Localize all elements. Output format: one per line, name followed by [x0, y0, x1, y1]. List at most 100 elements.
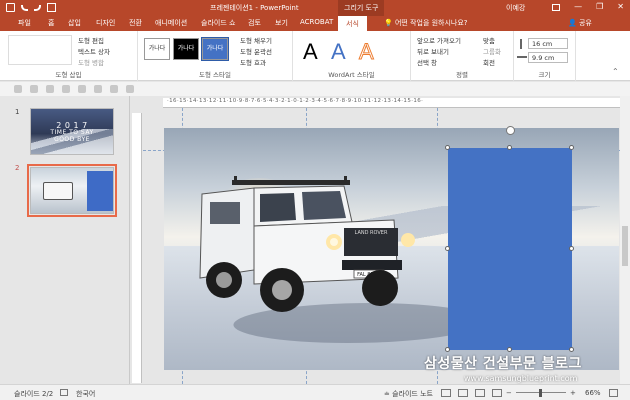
toolbar-icon-7[interactable] — [110, 85, 118, 93]
slide-sorter-icon[interactable] — [458, 389, 468, 397]
send-backward-button[interactable]: 뒤로 보내기 — [417, 46, 449, 56]
shape-effects-button[interactable]: 도형 효과 — [240, 57, 266, 67]
tab-acrobat[interactable]: ACROBAT — [300, 18, 333, 26]
shape-fill-button[interactable]: 도형 채우기 — [240, 35, 272, 45]
tab-format[interactable]: 서식 — [338, 16, 367, 31]
toolbar-icon-3[interactable] — [46, 85, 54, 93]
toolbar-icon-4[interactable] — [62, 85, 70, 93]
normal-view-icon[interactable] — [441, 389, 451, 397]
tab-design[interactable]: 디자인 — [96, 18, 115, 28]
merge-shapes-button[interactable]: 도형 병합 — [78, 57, 104, 67]
tab-slideshow[interactable]: 슬라이드 쇼 — [201, 18, 235, 28]
resize-handle-right[interactable] — [569, 246, 574, 251]
close-button[interactable]: ✕ — [617, 2, 624, 11]
person-icon: 👤 — [568, 19, 577, 27]
width-icon — [517, 56, 527, 58]
toolbar-icon-8[interactable] — [126, 85, 134, 93]
wordart-style-black[interactable]: A — [303, 39, 318, 65]
car-headlight-left-inner — [330, 238, 338, 246]
toolbar-icon-5[interactable] — [78, 85, 86, 93]
car-bumper — [342, 260, 402, 270]
status-bar: 슬라이드 2/2 한국어 ≐ 슬라이드 노트 − + 66% — [0, 384, 630, 400]
save-icon[interactable] — [6, 3, 15, 12]
ribbon-display-icon[interactable] — [552, 4, 561, 11]
resize-handle-bottom-right[interactable] — [569, 347, 574, 352]
group-label-insert-shapes: 도형 삽입 — [55, 71, 82, 79]
spellcheck-icon[interactable] — [60, 389, 68, 396]
rotate-button[interactable]: 회전 — [483, 57, 495, 67]
shape-height-input[interactable]: 16 cm — [528, 38, 568, 49]
watermark-title: 삼성물산 건설부문 블로그 — [424, 356, 582, 372]
slide-1-thumbnail[interactable]: 2 0 1 7 TIME TO SAY GOOD BYE — [30, 108, 114, 155]
tell-me-text: 어떤 작업을 원하시나요? — [394, 19, 468, 27]
shape-width-input[interactable]: 9.9 cm — [528, 52, 568, 63]
style-swatch-black[interactable]: 가나다 — [173, 38, 199, 60]
restore-button[interactable]: ❐ — [596, 2, 603, 11]
notes-label: 슬라이드 노트 — [392, 390, 433, 398]
notes-icon: ≐ — [384, 390, 390, 398]
tab-insert[interactable]: 삽입 — [68, 18, 81, 28]
style-swatch-white[interactable]: 가나다 — [144, 38, 170, 60]
wordart-style-orange-outline[interactable]: A — [359, 39, 375, 65]
toolbar-icon-6[interactable] — [94, 85, 102, 93]
tab-file[interactable]: 파일 — [18, 18, 31, 28]
align-button[interactable]: 맞춤 — [483, 35, 495, 45]
selection-pane-button[interactable]: 선택 창 — [417, 57, 437, 67]
tab-transitions[interactable]: 전환 — [129, 18, 142, 28]
slide-1-text: 2 0 1 7 TIME TO SAY GOOD BYE — [31, 121, 113, 144]
scrollbar-thumb[interactable] — [622, 226, 628, 266]
group-button[interactable]: 그룹화 — [483, 46, 501, 56]
quick-access-toolbar — [6, 3, 56, 12]
resize-handle-left[interactable] — [445, 246, 450, 251]
zoom-slider-thumb[interactable] — [539, 389, 542, 397]
reading-view-icon[interactable] — [475, 389, 485, 397]
zoom-level[interactable]: 66% — [585, 389, 601, 397]
share-button[interactable]: 👤 공유 — [568, 18, 592, 28]
car-rear-window — [210, 202, 240, 224]
slide-1-year: 2 0 1 7 — [56, 121, 88, 130]
minimize-button[interactable]: — — [574, 2, 582, 11]
edit-shape-button[interactable]: 도형 편집 — [78, 35, 104, 45]
group-label-shape-styles: 도형 스타일 — [199, 71, 231, 79]
shape-outline-button[interactable]: 도형 윤곽선 — [240, 46, 272, 56]
context-tab-group: 그리기 도구 — [338, 0, 385, 16]
redo-icon[interactable] — [34, 5, 41, 11]
toolbar-icon-1[interactable] — [14, 85, 22, 93]
slideshow-view-icon[interactable] — [492, 389, 502, 397]
style-swatch-blue[interactable]: 가나다 — [201, 37, 229, 61]
tell-me-search[interactable]: 💡 어떤 작업을 원하시나요? — [384, 18, 468, 28]
tab-animations[interactable]: 애니메이션 — [155, 18, 187, 28]
slide-2-car — [43, 182, 73, 200]
window-title: 프레젠테이션1 - PowerPoint — [210, 4, 299, 12]
resize-handle-top[interactable] — [507, 145, 512, 150]
tab-review[interactable]: 검토 — [248, 18, 261, 28]
rotate-handle[interactable] — [506, 126, 515, 135]
resize-handle-bottom[interactable] — [507, 347, 512, 352]
user-name[interactable]: 이예강 — [506, 3, 525, 13]
fit-to-window-icon[interactable] — [609, 389, 618, 397]
tab-home[interactable]: 홈 — [48, 18, 54, 28]
resize-handle-bottom-left[interactable] — [445, 347, 450, 352]
undo-icon[interactable] — [21, 5, 28, 11]
car-rack-post — [234, 176, 237, 184]
language-indicator[interactable]: 한국어 — [76, 389, 95, 399]
zoom-in-button[interactable]: + — [570, 389, 576, 397]
start-slideshow-icon[interactable] — [47, 3, 56, 12]
toolbar-icon-2[interactable] — [30, 85, 38, 93]
shape-gallery[interactable] — [8, 35, 72, 65]
resize-handle-top-left[interactable] — [445, 145, 450, 150]
collapse-ribbon-icon[interactable]: ⌃ — [612, 67, 619, 76]
tab-view[interactable]: 보기 — [275, 18, 288, 28]
slide-2-thumbnail[interactable] — [27, 164, 117, 217]
vertical-scrollbar[interactable] — [620, 96, 630, 384]
text-box-button[interactable]: 텍스트 상자 — [78, 46, 110, 56]
watermark-url: www.samsungblueprint.com — [464, 374, 578, 383]
ribbon: 도형 편집 텍스트 상자 도형 병합 도형 삽입 가나다 가나다 가나다 도형 … — [0, 31, 630, 81]
zoom-out-button[interactable]: − — [506, 389, 512, 397]
resize-handle-top-right[interactable] — [569, 145, 574, 150]
notes-button[interactable]: ≐ 슬라이드 노트 — [384, 389, 433, 399]
vertical-ruler — [132, 113, 142, 383]
bring-forward-button[interactable]: 앞으로 가져오기 — [417, 35, 461, 45]
wordart-style-blue[interactable]: A — [331, 39, 346, 65]
selected-blue-rectangle[interactable] — [448, 148, 572, 350]
